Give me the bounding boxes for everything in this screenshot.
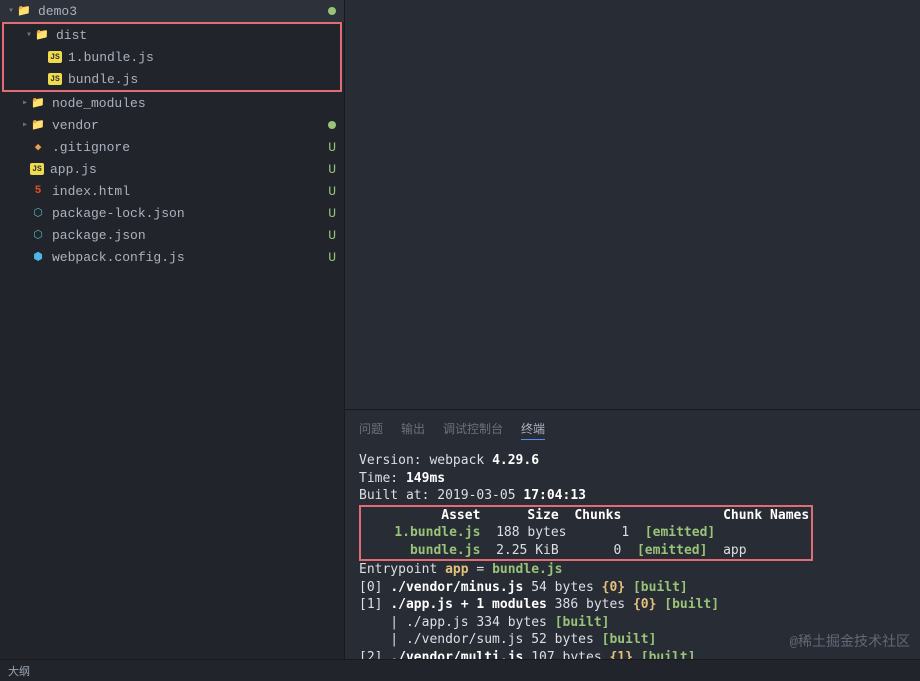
folder-label: vendor bbox=[52, 118, 328, 133]
file-explorer: 📁 demo3 📁 dist JS 1.bundle.js JS bundle.… bbox=[0, 0, 345, 681]
file-label: app.js bbox=[50, 162, 328, 177]
tree-file[interactable]: JS 1.bundle.js bbox=[4, 46, 340, 68]
th-asset: Asset bbox=[441, 508, 480, 523]
term-text: Time: bbox=[359, 471, 406, 486]
tree-file-webpack[interactable]: ⬢ webpack.config.js U bbox=[0, 246, 344, 268]
tree-folder-vendor[interactable]: 📁 vendor bbox=[0, 114, 344, 136]
module-path: ./vendor/sum.js bbox=[406, 632, 523, 647]
status-badge: U bbox=[328, 184, 336, 199]
tab-output[interactable]: 输出 bbox=[401, 418, 425, 440]
th-chunk-names: Chunk Names bbox=[723, 508, 809, 523]
chevron-down-icon[interactable] bbox=[24, 29, 34, 41]
status-badge: U bbox=[328, 228, 336, 243]
term-version: 4.29.6 bbox=[492, 453, 539, 468]
th-chunks: Chunks bbox=[574, 508, 621, 523]
asset-size: 188 bytes bbox=[496, 525, 566, 540]
asset-status: [emitted] bbox=[645, 525, 715, 540]
folder-label: dist bbox=[56, 28, 332, 43]
tree-file-indexhtml[interactable]: 5 index.html U bbox=[0, 180, 344, 202]
term-built-time: 17:04:13 bbox=[523, 488, 586, 503]
highlight-assets-table: Asset Size Chunks Chunk Names 1.bundle.j… bbox=[359, 505, 813, 562]
tab-problems[interactable]: 问题 bbox=[359, 418, 383, 440]
chevron-right-icon[interactable] bbox=[20, 119, 30, 131]
tree-file-pkglock[interactable]: ⬡ package-lock.json U bbox=[0, 202, 344, 224]
asset-name: bundle.js bbox=[410, 543, 480, 558]
term-time: 149ms bbox=[406, 471, 445, 486]
module-path: ./app.js + 1 modules bbox=[390, 597, 547, 612]
file-label: webpack.config.js bbox=[52, 250, 328, 265]
file-label: index.html bbox=[52, 184, 328, 199]
watermark: @稀土掘金技术社区 bbox=[790, 631, 910, 651]
folder-icon: 📁 bbox=[34, 27, 50, 43]
entrypoint-file: bundle.js bbox=[492, 562, 562, 577]
main-panel: 问题 输出 调试控制台 终端 Version: webpack 4.29.6 T… bbox=[345, 0, 920, 681]
module-path: ./app.js bbox=[406, 615, 469, 630]
asset-status: [emitted] bbox=[637, 543, 707, 558]
html-file-icon: 5 bbox=[30, 183, 46, 199]
chevron-right-icon[interactable] bbox=[20, 97, 30, 109]
json-file-icon: ⬡ bbox=[30, 205, 46, 221]
entrypoint-name: app bbox=[445, 562, 468, 577]
tab-debug[interactable]: 调试控制台 bbox=[443, 418, 503, 440]
file-label: 1.bundle.js bbox=[68, 50, 332, 65]
term-text: Version: webpack bbox=[359, 453, 492, 468]
js-file-icon: JS bbox=[48, 51, 62, 63]
status-dot-icon bbox=[328, 121, 336, 129]
term-text: Built at: 2019-03-05 bbox=[359, 488, 523, 503]
panel-tabs: 问题 输出 调试控制台 终端 bbox=[345, 410, 920, 448]
tree-file[interactable]: JS bundle.js bbox=[4, 68, 340, 90]
file-label: bundle.js bbox=[68, 72, 332, 87]
tree-file-gitignore[interactable]: ◆ .gitignore U bbox=[0, 136, 344, 158]
tree-folder-node-modules[interactable]: 📁 node_modules bbox=[0, 92, 344, 114]
th-size: Size bbox=[527, 508, 558, 523]
tree-file-appjs[interactable]: JS app.js U bbox=[0, 158, 344, 180]
git-file-icon: ◆ bbox=[30, 139, 46, 155]
json-file-icon: ⬡ bbox=[30, 227, 46, 243]
status-dot-icon bbox=[328, 7, 336, 15]
js-file-icon: JS bbox=[48, 73, 62, 85]
folder-icon: 📁 bbox=[30, 95, 46, 111]
tree-folder-dist[interactable]: 📁 dist bbox=[4, 24, 340, 46]
chunk-name: app bbox=[723, 543, 746, 558]
highlight-dist: 📁 dist JS 1.bundle.js JS bundle.js bbox=[2, 22, 342, 92]
file-label: package-lock.json bbox=[52, 206, 328, 221]
status-badge: U bbox=[328, 162, 336, 177]
folder-icon: 📁 bbox=[30, 117, 46, 133]
status-bar: 大纲 bbox=[0, 659, 920, 681]
status-badge: U bbox=[328, 140, 336, 155]
asset-name: 1.bundle.js bbox=[394, 525, 480, 540]
editor-area[interactable] bbox=[345, 0, 920, 409]
tab-terminal[interactable]: 终端 bbox=[521, 418, 545, 440]
file-label: .gitignore bbox=[52, 140, 328, 155]
asset-size: 2.25 KiB bbox=[496, 543, 559, 558]
folder-label: demo3 bbox=[38, 4, 328, 19]
webpack-file-icon: ⬢ bbox=[30, 249, 46, 265]
file-label: package.json bbox=[52, 228, 328, 243]
outline-label[interactable]: 大纲 bbox=[8, 663, 30, 679]
folder-icon: 📁 bbox=[16, 3, 32, 19]
js-file-icon: JS bbox=[30, 163, 44, 175]
status-badge: U bbox=[328, 206, 336, 221]
asset-chunk: 0 bbox=[614, 543, 622, 558]
tree-root[interactable]: 📁 demo3 bbox=[0, 0, 344, 22]
status-badge: U bbox=[328, 250, 336, 265]
term-text: Entrypoint bbox=[359, 562, 445, 577]
folder-label: node_modules bbox=[52, 96, 336, 111]
tree-file-pkgjson[interactable]: ⬡ package.json U bbox=[0, 224, 344, 246]
module-path: ./vendor/minus.js bbox=[390, 580, 523, 595]
chevron-down-icon[interactable] bbox=[6, 5, 16, 17]
asset-chunk: 1 bbox=[621, 525, 629, 540]
